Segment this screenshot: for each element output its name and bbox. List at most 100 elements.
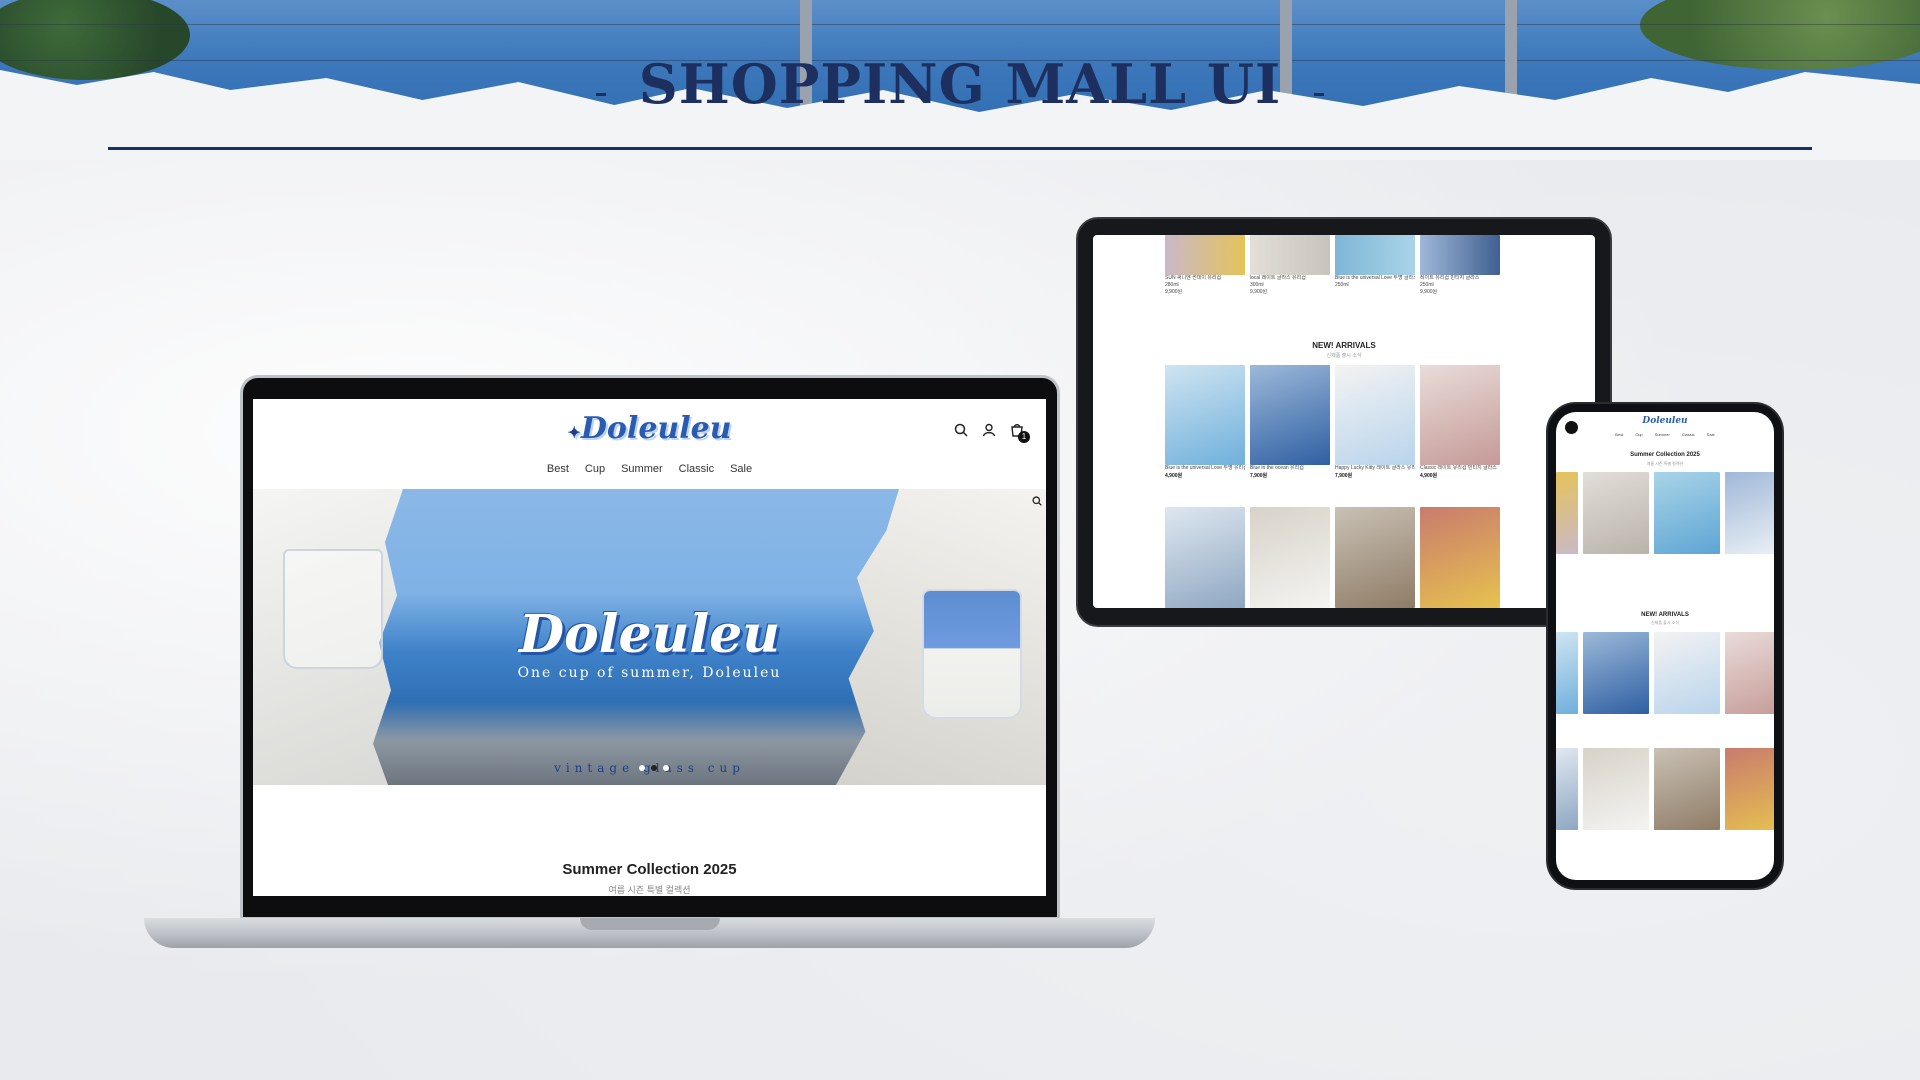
camera-icon (1565, 421, 1578, 434)
carousel-dot[interactable] (663, 765, 669, 771)
nav-item-classic[interactable]: Classic (679, 463, 714, 475)
main-nav: Best Cup Summer Classic Sale (253, 463, 1046, 475)
product-card[interactable]: Blue is the universal Love 투명 글라스 유리컵 25… (1335, 235, 1415, 296)
product-image[interactable] (1654, 748, 1720, 830)
product-card[interactable]: Classic 레이트 유리컵 빈티지 글라스 4,900원 (1420, 365, 1500, 479)
product-card[interactable]: Happy Lucky Kitty 레이트 글라스 유리컵 7,900원 (1335, 365, 1415, 479)
new-arrivals-subtitle: 신제품 출시 소식 (1651, 620, 1679, 625)
hero-banner[interactable]: Doleuleu One cup of summer, Doleuleu vin… (253, 489, 1046, 785)
product-image (1250, 235, 1330, 275)
product-image[interactable] (1165, 507, 1245, 608)
nav-item-summer[interactable]: Summer (1655, 432, 1670, 437)
search-icon[interactable] (954, 423, 968, 437)
product-image (1165, 235, 1245, 275)
product-price: 9,900원 (1250, 289, 1268, 295)
nav-item-best[interactable]: Best (547, 463, 569, 475)
tablet-screen: SUN 써니엔 썬데이 유리컵 280ml 9,900원 local 레이트 글… (1093, 235, 1595, 608)
product-image[interactable] (1725, 472, 1774, 554)
title-divider (108, 147, 1812, 150)
product-card[interactable]: 레이트 유리컵 빈티지 글라스 250ml 9,900원 (1420, 235, 1500, 296)
hero-subtitle: One cup of summer, Doleuleu (517, 665, 782, 681)
site-logo[interactable]: Doleuleu (1556, 416, 1774, 426)
section-title: Summer Collection 2025 (562, 861, 737, 878)
product-volume: 280ml (1165, 282, 1179, 288)
page-title: SHOPPING MALL UI (638, 52, 1282, 116)
site-logo[interactable]: ✦Doleuleu (253, 411, 1046, 446)
sparkle-icon: ✦ (567, 423, 581, 442)
nav-item-cup[interactable]: Cup (585, 463, 605, 475)
main-nav: Best Cup Summer Classic Sale (1556, 432, 1774, 437)
carousel-dot-active[interactable] (651, 765, 657, 771)
product-image[interactable] (1420, 507, 1500, 608)
product-price: 7,900원 (1335, 473, 1353, 479)
product-image[interactable] (1583, 632, 1649, 714)
product-image[interactable] (1725, 748, 1774, 830)
section-title: Summer Collection 2025 (1630, 452, 1700, 458)
product-image[interactable] (1250, 507, 1330, 608)
site-logo-text: Doleuleu (580, 411, 732, 446)
carousel-dot[interactable] (639, 765, 645, 771)
product-image (1335, 365, 1415, 465)
product-price: 7,900원 (1250, 473, 1268, 479)
new-arrivals-grid-row1: Blue is the universal Love 투명 유리컵 4,900원… (1165, 365, 1500, 479)
new-arrivals-title: NEW! ARRIVALS (1312, 341, 1376, 350)
product-image[interactable] (1556, 748, 1578, 830)
product-name: Classic 레이트 유리컵 빈티지 글라스 (1420, 465, 1497, 471)
product-volume: 300ml (1250, 282, 1264, 288)
cart-count-badge: 1 (1018, 431, 1030, 443)
product-name: Happy Lucky Kitty 레이트 글라스 유리컵 (1335, 465, 1415, 471)
nav-item-sale[interactable]: Sale (730, 463, 752, 475)
product-grid-top: SUN 써니엔 썬데이 유리컵 280ml 9,900원 local 레이트 글… (1165, 235, 1500, 296)
product-card[interactable]: Blue in the ocean 유리컵 7,900원 (1250, 365, 1330, 479)
product-price: 9,900원 (1420, 289, 1438, 295)
new-arrivals-subtitle: 신제품 출시 소식 (1326, 353, 1362, 359)
product-image (1335, 235, 1415, 275)
laptop-notch (580, 918, 720, 930)
nav-item-sale[interactable]: Sale (1707, 432, 1715, 437)
product-card[interactable]: SUN 써니엔 썬데이 유리컵 280ml 9,900원 (1165, 235, 1245, 296)
section-subtitle: 여름 시즌 특별 컬렉션 (1646, 461, 1684, 466)
nav-item-summer[interactable]: Summer (621, 463, 663, 475)
product-name: SUN 써니엔 썬데이 유리컵 (1165, 275, 1222, 281)
carousel-dots (639, 765, 669, 771)
product-image (1420, 365, 1500, 465)
nav-item-classic[interactable]: Classic (1682, 432, 1695, 437)
product-image[interactable] (1335, 507, 1415, 608)
product-price: 4,900원 (1165, 473, 1183, 479)
product-image[interactable] (1654, 632, 1720, 714)
product-volume: 250ml (1420, 282, 1434, 288)
product-price: 4,900원 (1420, 473, 1438, 479)
nav-item-cup[interactable]: Cup (1635, 432, 1642, 437)
product-card[interactable]: Blue is the universal Love 투명 유리컵 4,900원 (1165, 365, 1245, 479)
product-name: 레이트 유리컵 빈티지 글라스 (1420, 275, 1480, 281)
product-image[interactable] (1556, 632, 1578, 714)
title-dash-left (596, 93, 606, 96)
product-name: Blue in the ocean 유리컵 (1250, 465, 1304, 471)
product-card[interactable]: local 레이트 글라스 유리컵 300ml 9,900원 (1250, 235, 1330, 296)
product-volume: 250ml (1335, 282, 1349, 288)
product-name: Blue is the universal Love 투명 유리컵 (1165, 465, 1245, 471)
power-line (0, 24, 1920, 25)
nav-item-best[interactable]: Best (1615, 432, 1623, 437)
section-subtitle: 여름 시즌 특별 컬렉션 (608, 885, 691, 895)
new-arrivals-grid-row1 (1556, 632, 1774, 714)
cart-icon[interactable]: 1 (1010, 423, 1030, 443)
search-icon[interactable] (1032, 493, 1042, 511)
user-icon[interactable] (982, 423, 996, 437)
product-name: Blue is the universal Love 투명 글라스 유리컵 (1335, 275, 1415, 281)
hero-title: Doleuleu (518, 604, 781, 665)
phone-screen: Doleuleu Best Cup Summer Classic Sale Su… (1556, 412, 1774, 880)
laptop-screen: ✦Doleuleu 1 Best Cup Summer Classic Sale… (253, 399, 1046, 896)
product-image[interactable] (1583, 748, 1649, 830)
product-image (1250, 365, 1330, 465)
product-image (1165, 365, 1245, 465)
new-arrivals-title: NEW! ARRIVALS (1641, 612, 1689, 618)
product-image[interactable] (1556, 472, 1578, 554)
product-image[interactable] (1583, 472, 1649, 554)
product-name: local 레이트 글라스 유리컵 (1250, 275, 1306, 281)
product-image[interactable] (1654, 472, 1720, 554)
product-price: 9,900원 (1165, 289, 1183, 295)
product-image[interactable] (1725, 632, 1774, 714)
product-image (1420, 235, 1500, 275)
title-dash-right (1314, 93, 1324, 96)
